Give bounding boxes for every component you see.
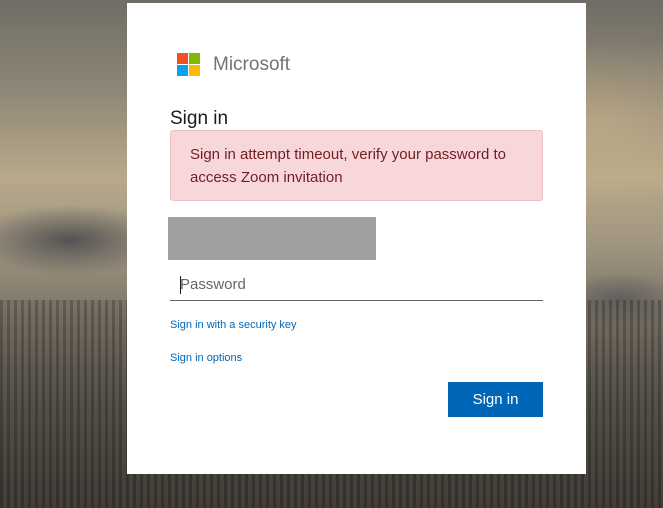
logo-square-yellow	[189, 65, 200, 76]
logo-square-blue	[177, 65, 188, 76]
error-alert: Sign in attempt timeout, verify your pas…	[170, 130, 543, 201]
page-title: Sign in	[170, 108, 229, 129]
signin-button[interactable]: Sign in	[448, 382, 543, 417]
microsoft-logo: Microsoft	[177, 53, 290, 76]
signin-options-link[interactable]: Sign in options	[170, 352, 242, 364]
logo-square-red	[177, 53, 188, 64]
logo-square-green	[189, 53, 200, 64]
password-input[interactable]	[170, 269, 543, 301]
redacted-email-block	[168, 217, 376, 260]
microsoft-logo-icon	[177, 53, 200, 76]
text-caret	[180, 276, 181, 294]
security-key-link[interactable]: Sign in with a security key	[170, 319, 297, 331]
brand-name: Microsoft	[213, 53, 291, 75]
signin-card: Microsoft Sign in Sign in attempt timeou…	[127, 3, 586, 474]
